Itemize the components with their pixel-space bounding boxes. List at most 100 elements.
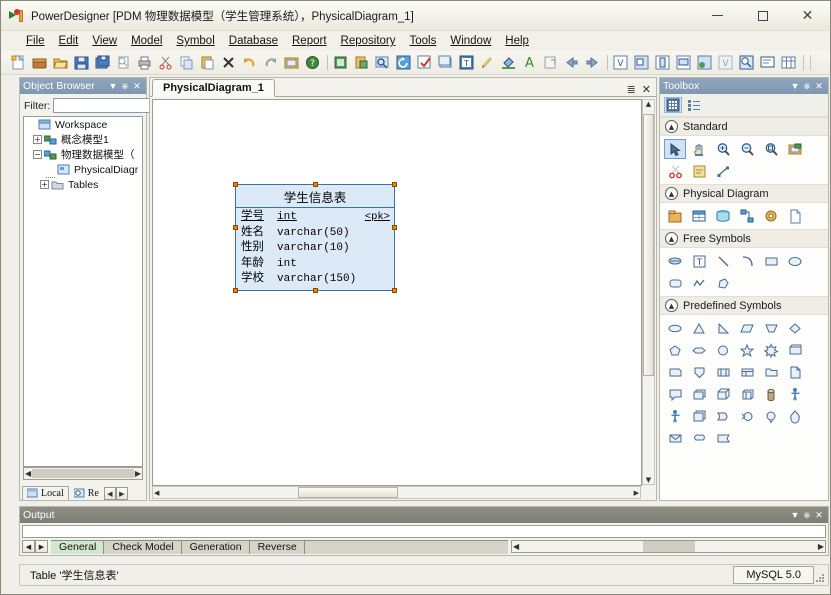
drop-icon[interactable] xyxy=(784,406,806,426)
font-color-icon[interactable]: A xyxy=(520,53,539,72)
document-tab-physicaldiagram-1[interactable]: PhysicalDiagram_1 xyxy=(152,79,275,97)
scroll-down-arrow-icon[interactable]: ▼ xyxy=(646,476,651,484)
open-icon[interactable] xyxy=(51,53,70,72)
polygon-icon[interactable] xyxy=(712,273,734,293)
delete-scissors-icon[interactable] xyxy=(664,161,686,181)
close-icon[interactable]: ✕ xyxy=(642,83,651,96)
output-tab-check-model[interactable]: Check Model xyxy=(104,539,182,554)
output-hscrollbar[interactable]: ◀ ▶ xyxy=(511,540,826,553)
print-preview-icon[interactable] xyxy=(114,53,133,72)
scroll-left-arrow-icon[interactable]: ◀ xyxy=(513,542,519,551)
table-row[interactable]: 学号 int <pk> xyxy=(241,208,390,225)
zoom-out-icon[interactable] xyxy=(736,139,758,159)
resize-handle-e[interactable] xyxy=(392,225,397,230)
ellipse-icon[interactable] xyxy=(784,251,806,271)
zoom-in-icon[interactable] xyxy=(712,139,734,159)
arc-icon[interactable] xyxy=(736,251,758,271)
arrow-shape-icon[interactable] xyxy=(712,406,734,426)
menu-help[interactable]: Help xyxy=(498,34,536,48)
fill-color-icon[interactable] xyxy=(499,53,518,72)
output-tab-reverse[interactable]: Reverse xyxy=(249,539,305,554)
redo-icon[interactable] xyxy=(261,53,280,72)
tree-toggle-expand[interactable]: + xyxy=(33,135,42,144)
resize-handle-ne[interactable] xyxy=(392,182,397,187)
grid-icon[interactable] xyxy=(779,53,798,72)
procedure-icon[interactable] xyxy=(760,206,782,226)
callout-icon[interactable] xyxy=(664,384,686,404)
star-icon[interactable] xyxy=(736,340,758,360)
line-icon[interactable] xyxy=(712,251,734,271)
paste-icon[interactable] xyxy=(198,53,217,72)
resize-handle-sw[interactable] xyxy=(233,287,238,293)
cloud-icon[interactable] xyxy=(688,428,710,448)
scroll-left-arrow-icon[interactable]: ◀ xyxy=(25,469,31,478)
clipboard-export-icon[interactable] xyxy=(541,53,560,72)
zoom-width-icon[interactable] xyxy=(674,53,693,72)
previous-icon[interactable] xyxy=(562,53,581,72)
link-icon[interactable] xyxy=(712,161,734,181)
browser-tab-spinner[interactable]: ◀ ▶ xyxy=(103,487,128,500)
refresh-icon[interactable] xyxy=(394,53,413,72)
circle-icon[interactable] xyxy=(712,340,734,360)
tree-item-tables[interactable]: + Tables xyxy=(24,177,142,192)
menu-edit[interactable]: Edit xyxy=(52,34,86,48)
scroll-thumb[interactable] xyxy=(32,469,134,478)
close-button[interactable]: ✕ xyxy=(785,1,830,30)
resize-handle-nw[interactable] xyxy=(233,182,238,187)
save-all-icon[interactable] xyxy=(93,53,112,72)
toolbox-group-physical-diagram-header[interactable]: ▲ Physical Diagram xyxy=(660,184,828,203)
canvas-vscrollbar[interactable]: ▲ ▼ xyxy=(642,99,655,485)
browser-hscrollbar[interactable]: ◀ ▶ xyxy=(23,467,143,480)
browser-tab-local[interactable]: Local xyxy=(22,486,69,500)
tree-toggle-expand[interactable]: + xyxy=(40,180,49,189)
grid-view-icon[interactable] xyxy=(664,97,682,113)
symbol-format-icon[interactable] xyxy=(436,53,455,72)
toolbox-group-standard-header[interactable]: ▲ Standard xyxy=(660,117,828,136)
output-text-area[interactable] xyxy=(22,525,826,538)
diagram-canvas[interactable]: 学生信息表 学号 int <pk> 姓名 varchar(50) 性别 varc… xyxy=(152,99,642,486)
copy-icon[interactable] xyxy=(177,53,196,72)
menu-file[interactable]: File xyxy=(19,34,52,48)
properties-icon[interactable] xyxy=(784,139,806,159)
actor-icon[interactable] xyxy=(784,384,806,404)
scroll-right-arrow-icon[interactable]: ▶ xyxy=(818,542,824,551)
toolbox-group-free-symbols-header[interactable]: ▲ Free Symbols xyxy=(660,229,828,248)
table-symbol-student-info[interactable]: 学生信息表 学号 int <pk> 姓名 varchar(50) 性别 varc… xyxy=(233,182,397,293)
close-icon[interactable]: ✕ xyxy=(813,510,825,521)
scroll-right-arrow-icon[interactable]: ▶ xyxy=(634,489,639,497)
save-icon[interactable] xyxy=(72,53,91,72)
pencil-icon[interactable] xyxy=(478,53,497,72)
burst-icon[interactable] xyxy=(760,340,782,360)
next-arrow-icon[interactable]: ▶ xyxy=(35,540,48,553)
table-row[interactable]: 性别 varchar(10) xyxy=(241,239,390,256)
text-icon[interactable]: T xyxy=(688,251,710,271)
actor2-icon[interactable] xyxy=(664,406,686,426)
rectangle-icon[interactable] xyxy=(760,251,782,271)
file-icon[interactable] xyxy=(784,206,806,226)
new-object-icon[interactable] xyxy=(331,53,350,72)
menu-model[interactable]: Model xyxy=(124,34,169,48)
tree-item-cdm[interactable]: + 概念模型1 xyxy=(24,132,142,147)
table-box-icon[interactable] xyxy=(736,362,758,382)
cylinder-icon[interactable] xyxy=(760,384,782,404)
scroll-left-arrow-icon[interactable]: ◀ xyxy=(154,489,159,497)
cube-icon[interactable] xyxy=(712,384,734,404)
browser-tab-repository[interactable]: Re xyxy=(70,487,103,500)
output-tab-general[interactable]: General xyxy=(51,539,105,554)
free-symbol-icon[interactable] xyxy=(664,251,686,271)
multi-rect-icon[interactable] xyxy=(688,406,710,426)
zoom-selection-icon[interactable] xyxy=(695,53,714,72)
tree-item-physicaldiagram[interactable]: PhysicalDiagr xyxy=(24,162,142,178)
pointer-icon[interactable] xyxy=(664,139,686,159)
menu-window[interactable]: Window xyxy=(443,34,498,48)
card-icon[interactable] xyxy=(784,340,806,360)
new-package-icon[interactable] xyxy=(30,53,49,72)
folder-shape-icon[interactable] xyxy=(760,362,782,382)
shield-icon[interactable] xyxy=(688,362,710,382)
triangle-icon[interactable] xyxy=(688,318,710,338)
tree-toggle-collapse[interactable]: − xyxy=(33,150,42,159)
object-tree[interactable]: Workspace + 概念模型1 − 物理数据模型（ PhysicalDiag… xyxy=(23,116,143,467)
resize-handle-s[interactable] xyxy=(313,287,318,293)
window-icon[interactable] xyxy=(712,362,734,382)
flag-icon[interactable] xyxy=(712,428,734,448)
